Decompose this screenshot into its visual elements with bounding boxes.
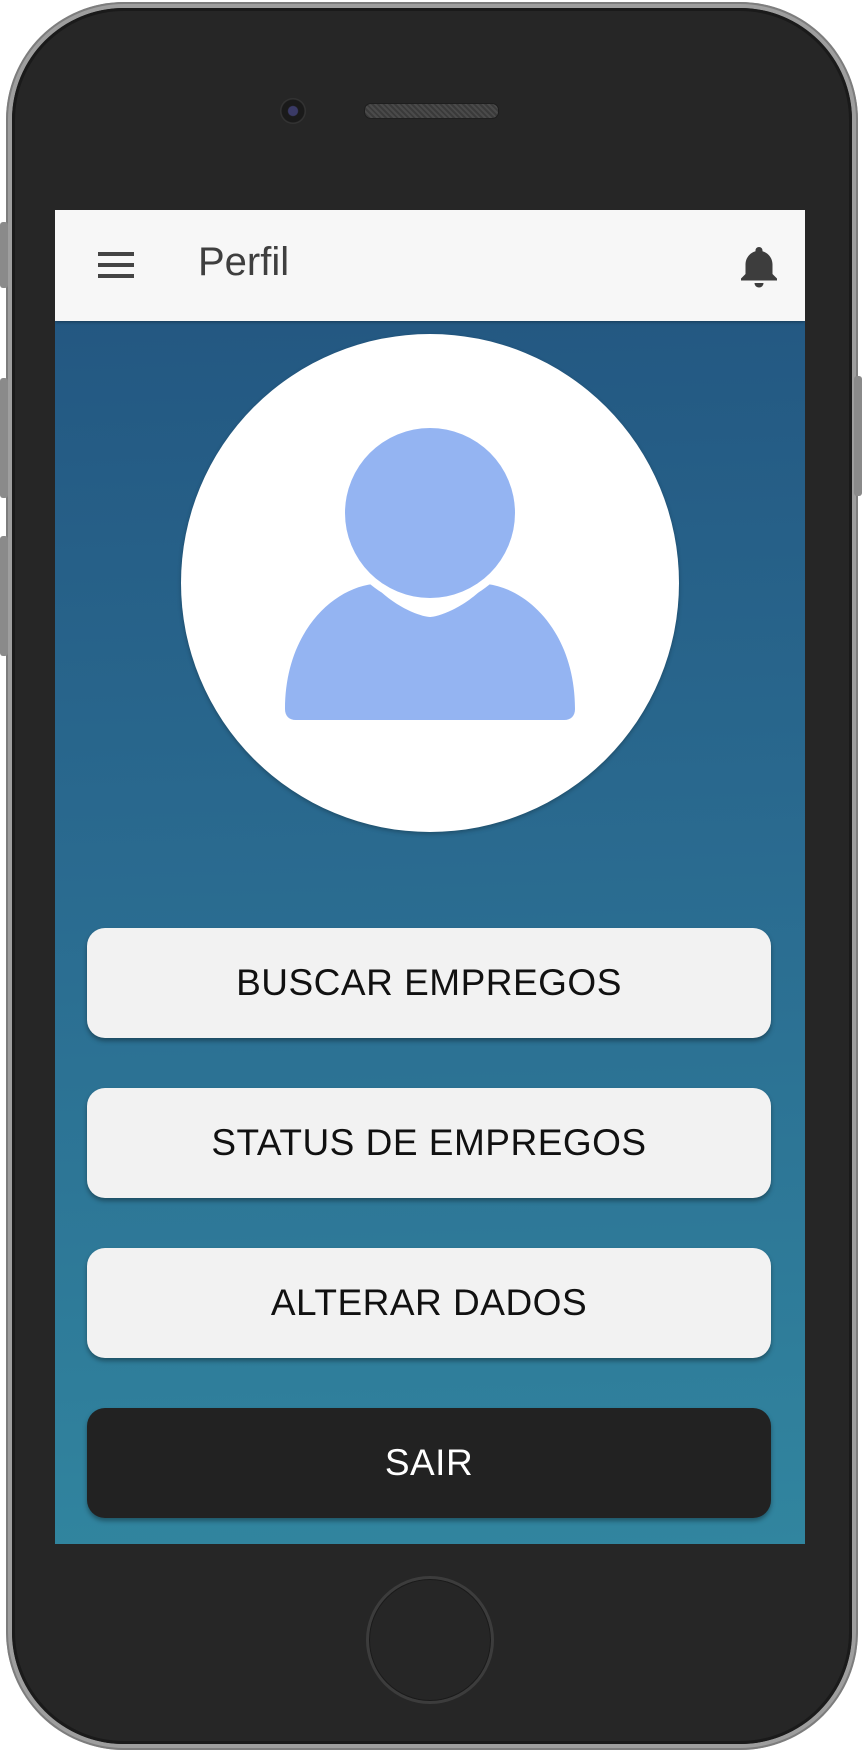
- app-screen: Perfil BUSCAR EMPREGOS STATUS DE EMPREGO…: [55, 210, 805, 1544]
- volume-up-button: [0, 378, 8, 498]
- buscar-empregos-button[interactable]: BUSCAR EMPREGOS: [87, 928, 771, 1038]
- power-button: [854, 376, 862, 496]
- alterar-dados-button[interactable]: ALTERAR DADOS: [87, 1248, 771, 1358]
- status-empregos-button[interactable]: STATUS DE EMPREGOS: [87, 1088, 771, 1198]
- bell-icon[interactable]: [739, 243, 779, 289]
- front-camera: [280, 98, 306, 124]
- hamburger-menu-icon[interactable]: [98, 252, 134, 278]
- sair-button[interactable]: SAIR: [87, 1408, 771, 1518]
- page-title: Perfil: [198, 240, 290, 284]
- home-button[interactable]: [366, 1576, 494, 1704]
- volume-down-button: [0, 536, 8, 656]
- user-silhouette-icon: [285, 420, 575, 720]
- silent-switch: [0, 222, 8, 288]
- avatar[interactable]: [181, 334, 679, 832]
- earpiece-speaker: [364, 103, 499, 119]
- app-bar: Perfil: [55, 210, 805, 321]
